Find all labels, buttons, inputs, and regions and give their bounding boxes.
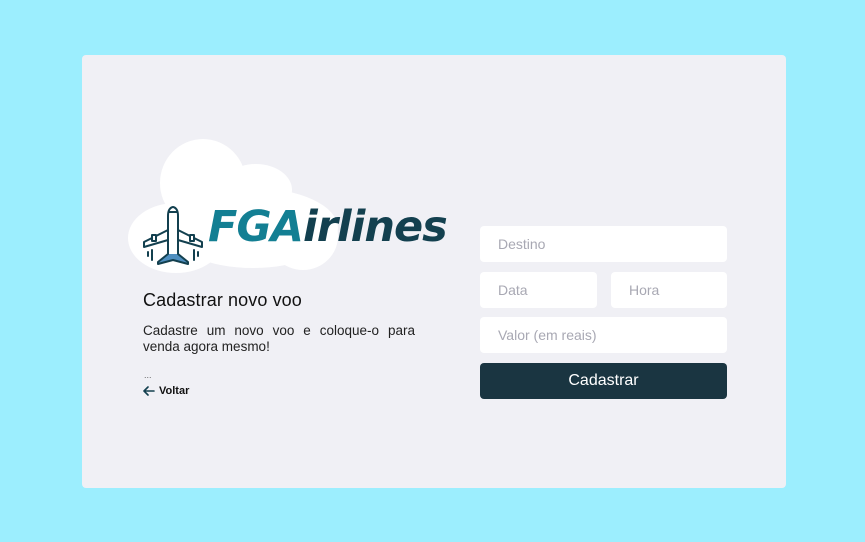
valor-input[interactable] [480, 317, 727, 353]
brand-prefix: FGA [208, 202, 304, 252]
arrow-left-icon [143, 386, 155, 396]
brand-name: FGAirlines [208, 206, 448, 249]
page-description: Cadastre um novo voo e coloque-o para ve… [143, 323, 415, 354]
brand-suffix: irlines [302, 202, 448, 252]
back-link-label: Voltar [159, 385, 190, 397]
ellipsis-text: ... [144, 370, 152, 380]
page-title: Cadastrar novo voo [143, 290, 302, 310]
airplane-icon [143, 206, 203, 265]
data-input[interactable] [480, 272, 597, 308]
hora-input[interactable] [611, 272, 727, 308]
back-link[interactable]: Voltar [143, 385, 189, 397]
cadastrar-button[interactable]: Cadastrar [480, 363, 727, 399]
fgairlines-logo: FGAirlines [128, 138, 448, 273]
destino-input[interactable] [480, 226, 727, 262]
